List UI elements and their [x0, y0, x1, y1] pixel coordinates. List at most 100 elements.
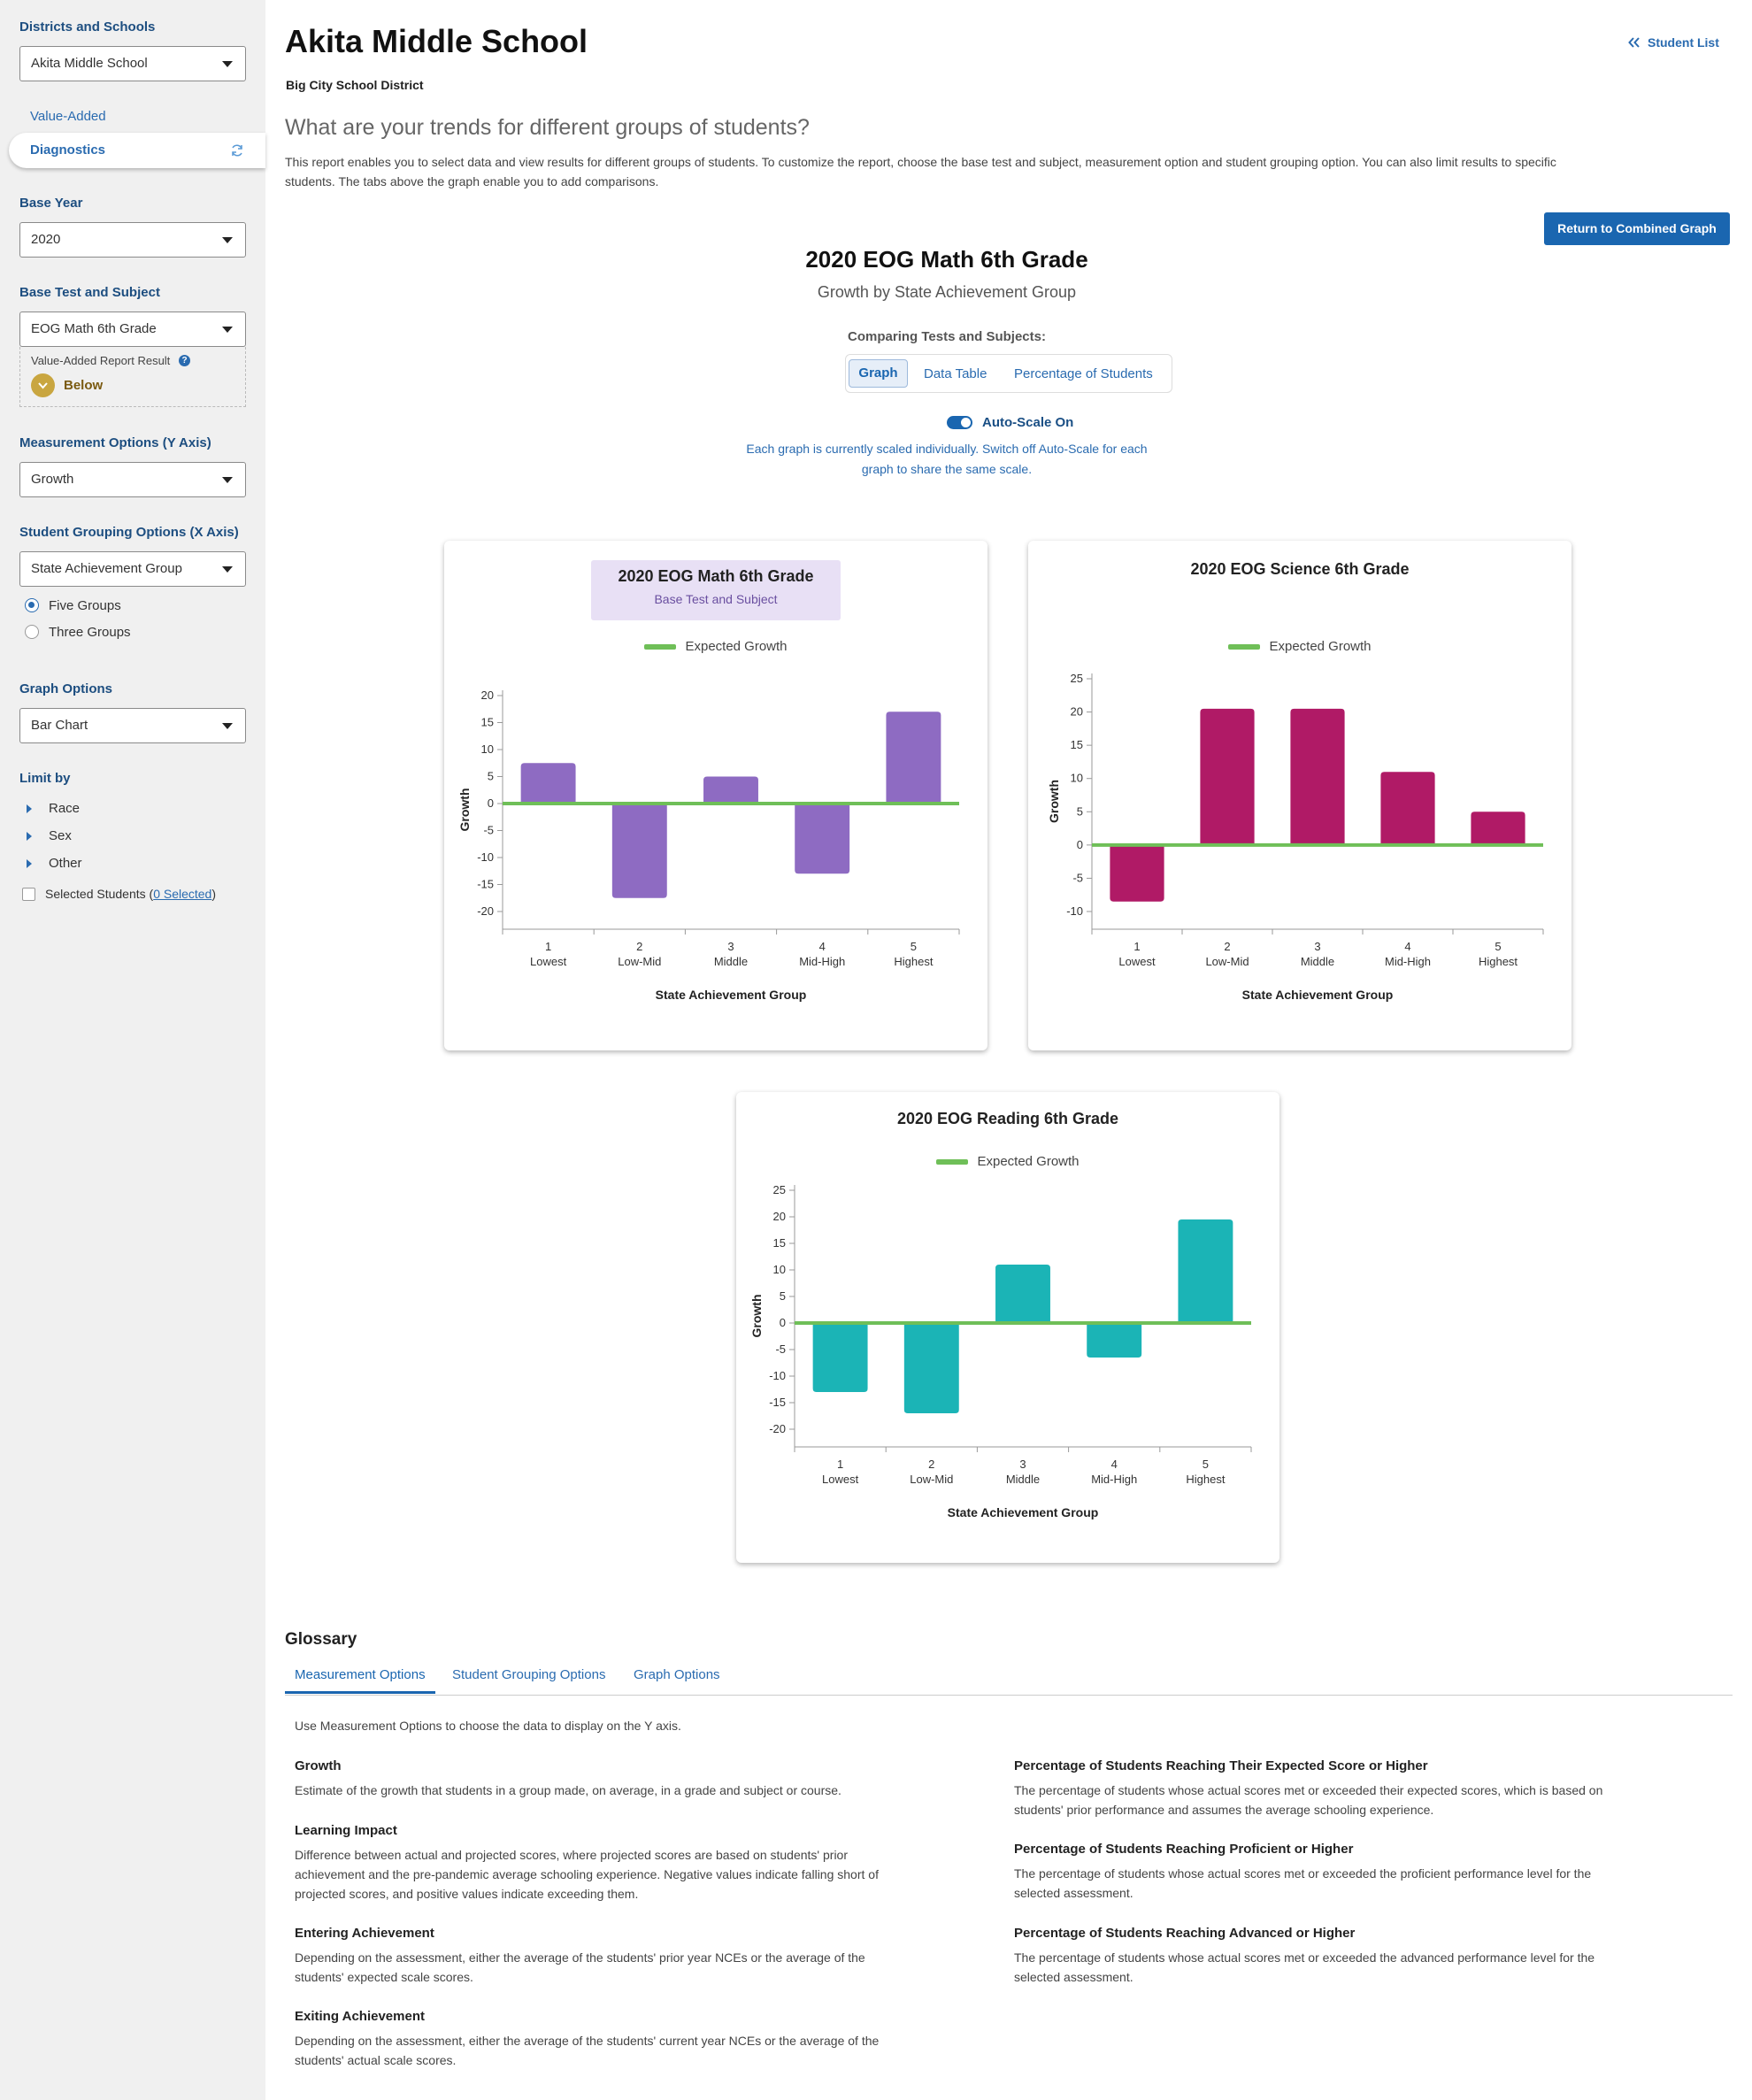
y-tick-label: 15 [1071, 738, 1083, 751]
chart-svg-science: 25 20 15 10 5 0 -5 -10 1 Lowest 2 Low-Mid 3 Middle 4 Mi… [1047, 672, 1544, 1002]
x-tick-label: 4 [1404, 940, 1410, 953]
school-select[interactable]: Akita Middle School [19, 46, 246, 81]
refresh-icon[interactable] [230, 143, 244, 158]
base-test-label: Base Test and Subject [19, 285, 160, 300]
glossary-tab-graph[interactable]: Graph Options [634, 1667, 720, 1682]
expected-growth-swatch [644, 644, 677, 650]
chevron-down-icon [222, 566, 233, 573]
glossary-tabs-divider [285, 1695, 1733, 1696]
base-test-tag: Base Test and Subject [654, 592, 778, 606]
x-tick-label: Highest [1479, 955, 1518, 968]
bar [611, 804, 667, 898]
double-chevron-left-icon [1628, 37, 1640, 48]
x-axis-label: State Achievement Group [656, 988, 807, 1002]
var-label: Value-Added Report Result [31, 354, 171, 367]
glossary-line: achievement and the pre-pandemic average… [295, 1867, 879, 1881]
grouping-label: Student Grouping Options (X Axis) [19, 525, 239, 540]
page-title: Akita Middle School [285, 23, 588, 59]
y-tick-label: 5 [488, 770, 494, 783]
return-combined-button[interactable]: Return to Combined Graph [1544, 212, 1730, 245]
radio-three-groups[interactable] [25, 625, 39, 639]
graph-options-select[interactable]: Bar Chart [19, 708, 246, 743]
expected-growth-swatch [1228, 644, 1261, 650]
autoscale-toggle[interactable] [947, 416, 972, 429]
measurement-label: Measurement Options (Y Axis) [19, 435, 211, 450]
autoscale-label: Auto-Scale On [982, 415, 1074, 430]
y-tick-label: 10 [1071, 772, 1083, 785]
radio-five-label: Five Groups [49, 598, 121, 613]
chevron-down-icon [222, 477, 233, 483]
glossary-def: The percentage of students whose actual … [1014, 1948, 1594, 1987]
autoscale-note-1: Each graph is currently scaled individua… [746, 442, 1148, 456]
measurement-select[interactable]: Growth [19, 462, 246, 497]
y-tick-label: -5 [483, 824, 494, 837]
x-tick-label: Middle [1006, 1473, 1040, 1486]
y-tick-label: 15 [773, 1236, 786, 1250]
var-value: Below [64, 378, 104, 393]
y-tick-label: 0 [780, 1316, 786, 1329]
glossary-tab-measurement[interactable]: Measurement Options [285, 1667, 435, 1694]
nav-value-added[interactable]: Value-Added [30, 109, 106, 124]
x-tick-label: Middle [714, 955, 748, 968]
selected-students-checkbox[interactable] [22, 888, 35, 901]
limit-label: Limit by [19, 771, 71, 786]
y-axis-label: Growth [457, 788, 472, 832]
y-tick-label: -10 [1066, 904, 1083, 918]
bar [795, 804, 850, 874]
chevron-down-icon [222, 327, 233, 333]
tab-graph[interactable]: Graph [849, 359, 908, 388]
y-tick-label: 5 [1077, 804, 1083, 818]
base-year-label: Base Year [19, 196, 83, 211]
description-line-2: students. The tabs above the graph enabl… [285, 174, 659, 188]
district-name: Big City School District [286, 78, 424, 92]
base-test-value: EOG Math 6th Grade [31, 321, 157, 336]
x-tick-label: 4 [1111, 1458, 1118, 1471]
districts-label: Districts and Schools [19, 19, 156, 35]
glossary-def: Depending on the assessment, either the … [295, 1948, 865, 1987]
help-icon[interactable]: ? [179, 355, 190, 366]
tab-data-table[interactable]: Data Table [924, 366, 987, 381]
base-year-select[interactable]: 2020 [19, 222, 246, 258]
report-subtitle: Growth by State Achievement Group [817, 283, 1077, 301]
bar [1200, 708, 1255, 845]
glossary-line: The percentage of students whose actual … [1014, 1783, 1603, 1797]
below-chevron-icon [31, 373, 55, 397]
limit-sex[interactable]: Sex [49, 828, 72, 843]
legend-label: Expected Growth [977, 1154, 1080, 1169]
y-axis-label: Growth [749, 1295, 764, 1338]
x-tick-label: 4 [819, 940, 826, 953]
nav-diagnostics[interactable]: Diagnostics [9, 133, 265, 168]
base-test-select[interactable]: EOG Math 6th Grade [19, 312, 246, 347]
x-tick-label: 2 [928, 1458, 934, 1471]
y-tick-label: 10 [481, 742, 494, 756]
selected-students-link[interactable]: 0 Selected [153, 887, 211, 901]
y-tick-label: -15 [477, 878, 494, 891]
student-list-link[interactable]: Student List [1628, 35, 1719, 50]
glossary-term: Percentage of Students Reaching Their Ex… [1014, 1758, 1428, 1773]
chevron-down-icon [222, 237, 233, 243]
bar [520, 763, 576, 804]
limit-other[interactable]: Other [49, 856, 82, 871]
view-tabs: Graph Data Table Percentage of Students [845, 354, 1172, 393]
expand-race-icon[interactable] [27, 804, 32, 813]
x-tick-label: 2 [636, 940, 642, 953]
toggle-knob [961, 418, 971, 427]
grouping-select[interactable]: State Achievement Group [19, 551, 246, 587]
bar [1110, 844, 1164, 902]
glossary-line: The percentage of students whose actual … [1014, 1866, 1592, 1881]
x-tick-label: Middle [1301, 955, 1334, 968]
glossary-line: selected assessment. [1014, 1886, 1133, 1900]
x-tick-label: Lowest [822, 1473, 859, 1486]
y-tick-label: 10 [773, 1263, 786, 1276]
legend-science: Expected Growth [1028, 639, 1571, 654]
glossary-term: Learning Impact [295, 1823, 397, 1838]
radio-five-groups[interactable] [25, 598, 39, 612]
expand-sex-icon[interactable] [27, 832, 32, 841]
glossary-tab-grouping[interactable]: Student Grouping Options [452, 1667, 605, 1682]
y-tick-label: 0 [488, 796, 494, 810]
legend-reading: Expected Growth [736, 1154, 1279, 1169]
expand-other-icon[interactable] [27, 859, 32, 868]
tab-percentage-students[interactable]: Percentage of Students [1014, 366, 1153, 381]
y-tick-label: 5 [780, 1289, 786, 1303]
limit-race[interactable]: Race [49, 801, 80, 816]
